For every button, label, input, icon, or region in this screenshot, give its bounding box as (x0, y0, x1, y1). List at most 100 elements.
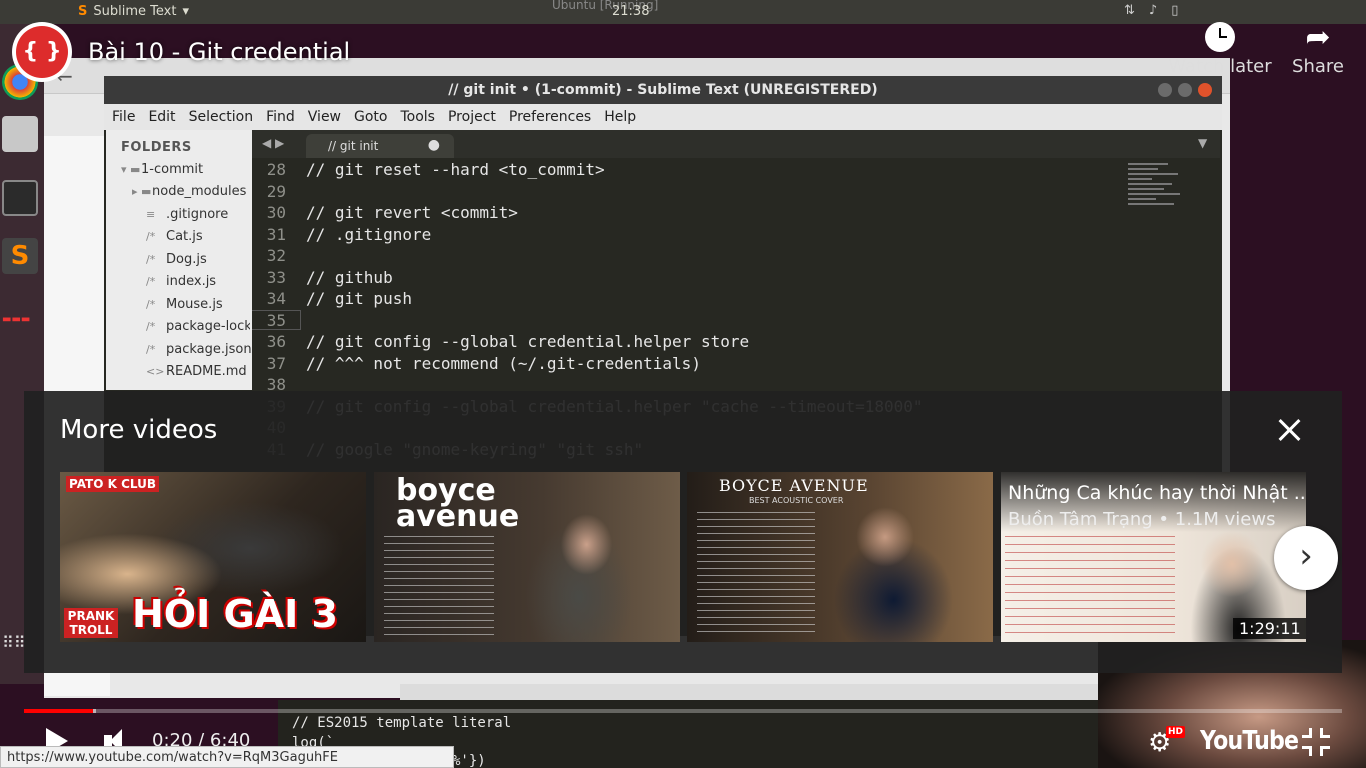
share-arrow-icon: ➦ (1305, 20, 1331, 55)
tree-folder-node-modules: ▸ ▬node_modules (132, 184, 247, 199)
folders-header: FOLDERS (121, 140, 192, 155)
line-number-gutter: 2829303132333435363738394041 (252, 158, 298, 459)
line-number: 33 (266, 267, 286, 287)
video-thumbnail[interactable]: PATO K CLUB PRANK TROLL HỎI GÀI 3 (60, 472, 366, 642)
menu-selection: Selection (188, 109, 254, 125)
sublime-title-bar: // git init • (1-commit) - Sublime Text … (104, 76, 1222, 104)
system-tray: ⇅ ♪ ▯ (1124, 3, 1178, 18)
menu-view: View (307, 109, 342, 125)
watch-later-label: Watch later (1168, 56, 1272, 77)
tree-file-mouse: /* Mouse.js (146, 297, 223, 312)
line-number: 36 (266, 332, 286, 351)
tracklist (697, 512, 815, 636)
settings-button[interactable]: ⚙ HD (1148, 726, 1188, 758)
active-app-menu: S Sublime Text ▾ (78, 4, 189, 19)
line-number: 30 (266, 203, 286, 222)
file-lines-icon: ≡ (146, 208, 156, 221)
link-status-bar: https://www.youtube.com/watch?v=RqM3Gagu… (0, 746, 454, 768)
next-videos-button[interactable]: › (1274, 526, 1338, 590)
code-line: // git revert <commit> (306, 203, 518, 222)
line-number: 37 (266, 353, 286, 373)
current-line-highlight (252, 310, 301, 330)
menu-tools: Tools (400, 109, 435, 125)
progress-bar[interactable] (24, 709, 1342, 713)
folder-icon: ▸ ▬ (132, 185, 152, 198)
sublime-tab: // git init ● (306, 134, 454, 158)
code-line: // git config --global credential.helper… (306, 332, 750, 351)
share-button[interactable]: ➦ Share (1286, 20, 1350, 78)
code-line: // github (306, 267, 393, 287)
more-videos-title: More videos (60, 415, 218, 445)
tab-dropdown-icon: ▼ (1198, 136, 1208, 150)
js-file-icon: /* (146, 275, 156, 288)
menu-find: Find (266, 109, 295, 125)
youtube-logo[interactable]: YouTube (1200, 726, 1299, 756)
sublime-sidebar: FOLDERS ▾ ▬1-commit ▸ ▬node_modules ≡ .gi… (106, 130, 252, 390)
menu-preferences: Preferences (508, 109, 592, 125)
clock-icon (1205, 22, 1235, 52)
thumbnail-image (504, 492, 654, 642)
volume-icon: ♪ (1148, 3, 1158, 18)
js-file-icon: /* (146, 343, 156, 356)
js-file-icon: /* (146, 230, 156, 243)
tree-file-dog: /* Dog.js (146, 252, 207, 267)
file-manager-icon (2, 116, 38, 152)
active-app-label: Sublime Text (93, 4, 177, 19)
line-number: 28 (266, 160, 286, 179)
exit-fullscreen-button[interactable] (1302, 728, 1330, 756)
minimap (1128, 160, 1188, 240)
watch-later-button[interactable]: Watch later (1168, 22, 1272, 77)
terminal-icon (2, 180, 38, 216)
code-line: // git push (306, 289, 412, 308)
braces-logo-icon: { } (16, 26, 68, 78)
channel-avatar[interactable]: { } (12, 22, 72, 82)
close-more-videos-button[interactable] (1276, 416, 1304, 444)
markup-file-icon: <> (146, 365, 165, 378)
close-window-icon (1198, 83, 1212, 97)
tracklist (1005, 536, 1175, 640)
thumbnail-image (817, 502, 987, 642)
code-line: // git reset --hard <to_commit> (306, 160, 605, 179)
sublime-menu-bar: File Edit Selection Find View Goto Tools… (104, 104, 1222, 130)
network-icon: ⇅ (1124, 3, 1135, 18)
tree-file-package-lock: /*package-lock.j (146, 319, 250, 334)
tree-file-package-json: /* package.json (146, 342, 252, 357)
video-thumbnail[interactable]: BOYCE AVENUE BEST ACOUSTIC COVER (687, 472, 993, 642)
js-file-icon: /* (146, 320, 156, 333)
ubuntu-top-panel: Ubuntu [Running] S Sublime Text ▾ 21:38 … (0, 0, 1366, 24)
system-clock: 21:38 (612, 4, 650, 19)
thumbnail-brand: BOYCE AVENUE (719, 476, 869, 495)
tree-folder-1-commit: ▾ ▬1-commit (121, 162, 204, 177)
tree-file-index: /* index.js (146, 274, 217, 289)
chevron-right-icon: › (1299, 536, 1313, 576)
menu-edit: Edit (148, 109, 176, 125)
sublime-launcher-icon: S (2, 238, 38, 274)
chevron-down-icon: ▾ (182, 4, 189, 19)
js-file-icon: /* (146, 298, 156, 311)
menu-help: Help (604, 109, 637, 125)
duration-badge: 1:29:11 (1233, 618, 1306, 639)
folder-open-icon: ▾ ▬ (121, 163, 141, 176)
thumbnail-corner-label: PRANK TROLL (64, 608, 118, 638)
exit-fullscreen-corner (1320, 746, 1330, 756)
exit-fullscreen-corner (1320, 728, 1330, 738)
line-number: 31 (266, 224, 286, 244)
thumbnail-badge: PATO K CLUB (66, 476, 160, 492)
menu-goto: Goto (354, 109, 388, 125)
tab-nav-arrows-icon: ◀ ▶ (262, 136, 285, 150)
hd-badge: HD (1166, 726, 1186, 738)
video-thumbnail[interactable]: Những Ca khúc hay thời Nhật ... Buồn Tâm… (1001, 472, 1306, 642)
maximize-icon (1178, 83, 1192, 97)
js-file-icon: /* (146, 253, 156, 266)
line-number: 32 (266, 246, 286, 265)
menu-file: File (112, 109, 136, 125)
video-title[interactable]: Bài 10 - Git credential (88, 38, 350, 66)
lower-code-line: %'}) (452, 753, 486, 768)
tab-label: // git init (328, 139, 379, 153)
exit-fullscreen-corner (1302, 746, 1312, 756)
unsaved-dot-icon: ● (427, 137, 440, 153)
minimize-icon (1158, 83, 1172, 97)
tree-file-cat: /* Cat.js (146, 229, 203, 244)
video-thumbnail[interactable]: boyce avenue (374, 472, 680, 642)
progress-played (24, 709, 93, 713)
